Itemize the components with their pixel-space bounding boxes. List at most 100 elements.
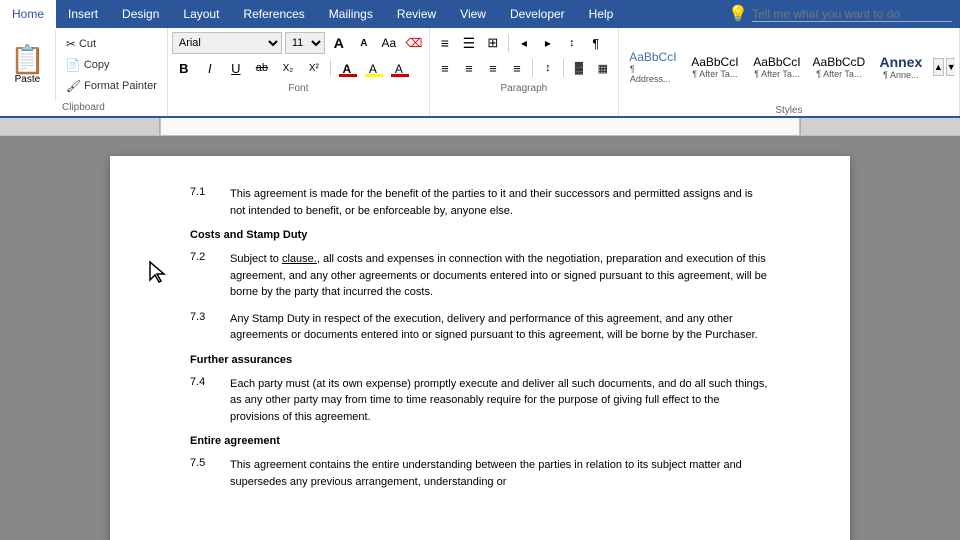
clause-7-3-num: 7.3	[190, 311, 230, 344]
copy-label: Copy	[84, 59, 110, 71]
ruler	[0, 118, 960, 136]
paste-icon: 📋	[10, 46, 45, 74]
cut-label: Cut	[79, 38, 96, 50]
change-case-button[interactable]: Aa	[378, 32, 400, 54]
style-address-preview: AaBbCcI	[629, 50, 676, 64]
clause-7-3-text: Any Stamp Duty in respect of the executi…	[230, 311, 770, 344]
line-spacing-button[interactable]: ↕	[537, 57, 559, 79]
sort-button[interactable]: ↕	[561, 32, 583, 54]
multilevel-list-button[interactable]: ⊞	[482, 32, 504, 54]
font-family-select[interactable]: Arial	[172, 32, 282, 54]
format-painter-label: Format Painter	[84, 80, 157, 92]
copy-icon: 📄	[66, 58, 81, 72]
paragraph-group-label: Paragraph	[434, 79, 614, 94]
decrease-indent-button[interactable]: ◂	[513, 32, 535, 54]
clause-7-5: 7.5 This agreement contains the entire u…	[190, 457, 770, 490]
strikethrough-button[interactable]: ab	[250, 57, 274, 79]
menu-tab-mailings[interactable]: Mailings	[317, 0, 385, 28]
justify-button[interactable]: ≡	[506, 57, 528, 79]
style-after-ta-3[interactable]: AaBbCcD ¶ After Ta...	[809, 52, 869, 82]
clause-link[interactable]: clause.	[282, 253, 317, 265]
copy-button[interactable]: 📄 Copy	[62, 57, 161, 73]
tell-me-input[interactable]	[752, 7, 952, 22]
font-color-icon: A	[343, 61, 352, 76]
highlight-button[interactable]: A	[361, 57, 385, 79]
menu-tab-developer[interactable]: Developer	[498, 0, 577, 28]
clause-7-2: 7.2 Subject to clause., all costs and ex…	[190, 251, 770, 301]
clause-7-5-text: This agreement contains the entire under…	[230, 457, 770, 490]
clause-7-4-num: 7.4	[190, 376, 230, 426]
style-after-ta-1[interactable]: AaBbCcI ¶ After Ta...	[685, 52, 745, 82]
subscript-button[interactable]: X₂	[276, 57, 300, 79]
clipboard-group-label: Clipboard	[0, 100, 167, 116]
font-group-label: Font	[172, 79, 425, 94]
costs-heading: Costs and Stamp Duty	[190, 229, 770, 241]
menu-tab-home[interactable]: Home	[0, 0, 56, 28]
lightbulb-icon: 💡	[728, 4, 748, 24]
ribbon: 📋 Paste ✂ Cut 📄 Copy 🖌 Format Painter	[0, 28, 960, 118]
superscript-button[interactable]: X²	[302, 57, 326, 79]
decrease-font-button[interactable]: A	[353, 32, 375, 54]
font-color-button[interactable]: A	[335, 57, 359, 79]
menu-tab-design[interactable]: Design	[110, 0, 171, 28]
styles-scroll-down-button[interactable]: ▼	[946, 58, 955, 76]
clause-7-1-text: This agreement is made for the benefit o…	[230, 186, 770, 219]
shading-button[interactable]: ▓	[568, 57, 590, 79]
underline-button[interactable]: U	[224, 57, 248, 79]
style-after-ta-2-preview: AaBbCcI	[753, 55, 800, 69]
clause-7-2-num: 7.2	[190, 251, 230, 301]
clause-7-4-text: Each party must (at its own expense) pro…	[230, 376, 770, 426]
style-after-ta-3-preview: AaBbCcD	[813, 55, 866, 69]
paste-label: Paste	[15, 74, 41, 85]
clause-7-2-text: Subject to clause., all costs and expens…	[230, 251, 770, 301]
style-annex[interactable]: Annex ¶ Anne...	[871, 51, 931, 83]
clear-format-button[interactable]: ⌫	[403, 32, 425, 54]
document-page: 7.1 This agreement is made for the benef…	[110, 156, 850, 540]
style-annex-preview: Annex	[879, 54, 922, 70]
bullets-button[interactable]: ≡	[434, 32, 456, 54]
bold-button[interactable]: B	[172, 57, 196, 79]
menu-tab-references[interactable]: References	[231, 0, 316, 28]
menu-tab-insert[interactable]: Insert	[56, 0, 110, 28]
show-hide-button[interactable]: ¶	[585, 32, 607, 54]
clause-7-4: 7.4 Each party must (at its own expense)…	[190, 376, 770, 426]
text-shade-button[interactable]: A	[387, 57, 411, 79]
text-shade-icon: A	[395, 61, 403, 76]
cut-icon: ✂	[66, 37, 76, 51]
style-after-ta-1-label: ¶ After Ta...	[692, 69, 737, 79]
format-painter-button[interactable]: 🖌 Format Painter	[62, 78, 161, 94]
menu-tab-help[interactable]: Help	[577, 0, 626, 28]
align-center-button[interactable]: ≡	[458, 57, 480, 79]
font-size-select[interactable]: 11	[285, 32, 325, 54]
italic-button[interactable]: I	[198, 57, 222, 79]
align-right-button[interactable]: ≡	[482, 57, 504, 79]
clause-7-3: 7.3 Any Stamp Duty in respect of the exe…	[190, 311, 770, 344]
increase-font-button[interactable]: A	[328, 32, 350, 54]
styles-group-label: Styles	[623, 101, 955, 116]
borders-button[interactable]: ▦	[592, 57, 614, 79]
menu-bar: Home Insert Design Layout References Mai…	[0, 0, 960, 28]
entire-agreement-heading: Entire agreement	[190, 435, 770, 447]
styles-scroll-up-button[interactable]: ▲	[933, 58, 944, 76]
menu-tab-layout[interactable]: Layout	[171, 0, 231, 28]
align-left-button[interactable]: ≡	[434, 57, 456, 79]
menu-tab-view[interactable]: View	[448, 0, 498, 28]
cut-button[interactable]: ✂ Cut	[62, 36, 161, 52]
style-after-ta-3-label: ¶ After Ta...	[816, 69, 861, 79]
highlight-icon: A	[369, 61, 377, 76]
clause-7-5-num: 7.5	[190, 457, 230, 490]
paste-button[interactable]: 📋 Paste	[0, 30, 56, 100]
style-after-ta-2[interactable]: AaBbCcI ¶ After Ta...	[747, 52, 807, 82]
document-area: 7.1 This agreement is made for the benef…	[0, 136, 960, 540]
further-assurances-heading: Further assurances	[190, 354, 770, 366]
numbering-button[interactable]: ☰	[458, 32, 480, 54]
increase-indent-button[interactable]: ▸	[537, 32, 559, 54]
clause-7-1-num: 7.1	[190, 186, 230, 219]
clause-7-1: 7.1 This agreement is made for the benef…	[190, 186, 770, 219]
style-address-label: ¶ Address...	[630, 64, 676, 84]
style-after-ta-1-preview: AaBbCcI	[691, 55, 738, 69]
menu-tab-review[interactable]: Review	[385, 0, 448, 28]
ruler-svg	[0, 118, 960, 136]
format-painter-icon: 🖌	[66, 79, 81, 93]
style-address[interactable]: AaBbCcI ¶ Address...	[623, 47, 683, 87]
